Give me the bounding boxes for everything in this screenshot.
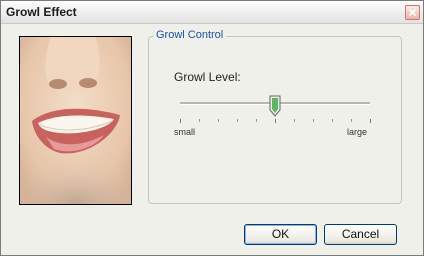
slider-tick: [332, 119, 333, 122]
slider-thumb-icon[interactable]: [269, 95, 281, 117]
slider-tick: [180, 119, 181, 123]
window-title: Growl Effect: [6, 5, 77, 19]
face-photo-drawing: [20, 37, 131, 204]
face-preview-image: [19, 36, 132, 205]
slider-tick: [351, 119, 352, 122]
slider-tick: [199, 119, 200, 122]
slider-tick: [256, 119, 257, 122]
slider-tick: [370, 119, 371, 123]
growl-level-label: Growl Level:: [174, 70, 241, 84]
ok-button[interactable]: OK: [244, 224, 317, 245]
slider-max-label: large: [347, 127, 368, 137]
close-icon: [408, 8, 417, 17]
slider-min-label: small: [174, 127, 196, 137]
close-button[interactable]: [405, 5, 420, 20]
slider-tick: [275, 119, 276, 123]
slider-tick: [294, 119, 295, 122]
slider-tick: [237, 119, 238, 122]
group-legend: Growl Control: [153, 29, 227, 41]
slider-tick: [218, 119, 219, 122]
title-bar[interactable]: Growl Effect: [1, 1, 423, 24]
cancel-button[interactable]: Cancel: [324, 224, 397, 245]
slider-tick: [313, 119, 314, 122]
